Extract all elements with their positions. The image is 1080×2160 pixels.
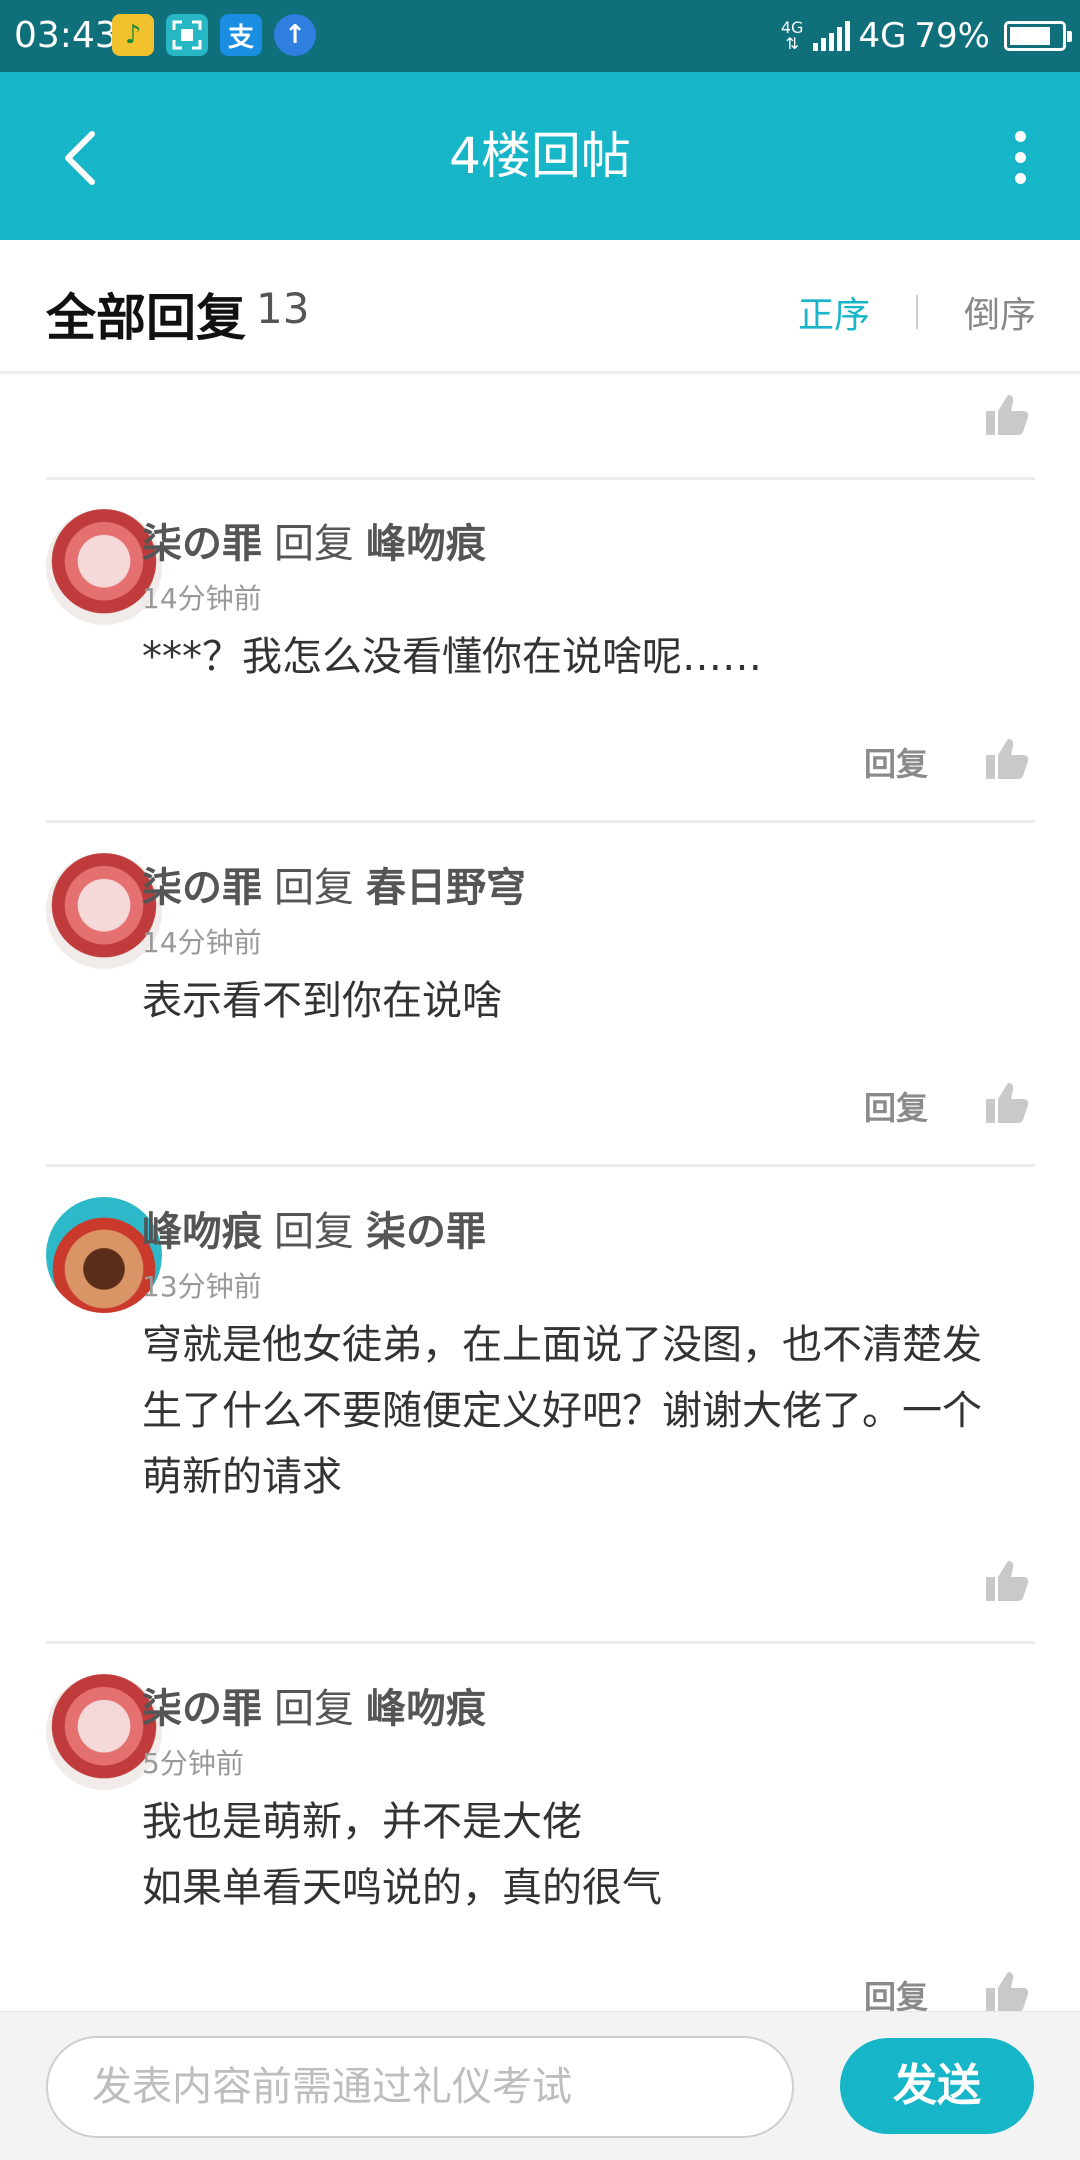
status-time: 03:43 — [14, 15, 118, 56]
reply-word: 回复 — [274, 1686, 354, 1732]
status-bar: 03:43 ♪ 支 ↑ 4G ⇅ 4G 79% — [0, 0, 1080, 72]
battery-percent: 79% — [914, 16, 990, 56]
thumbs-up-icon[interactable] — [982, 1966, 1032, 2011]
page-title: 4楼回帖 — [449, 127, 631, 185]
network-type: 4G — [858, 16, 907, 56]
more-dot-icon — [1014, 172, 1026, 184]
thumbs-up-icon[interactable] — [982, 389, 1032, 439]
timestamp: 14分钟前 — [142, 926, 262, 959]
reply-button[interactable]: 回复 — [864, 1972, 928, 2011]
reply-target[interactable]: 柒の罪 — [366, 1209, 486, 1255]
sort-ascending-tab[interactable]: 正序 — [798, 286, 870, 338]
thumbs-up-icon[interactable] — [982, 733, 1032, 783]
divider — [46, 820, 1035, 823]
scanner-icon — [166, 14, 208, 56]
battery-level — [1010, 27, 1050, 45]
reply-text: 穹就是他女徒弟，在上面说了没图，也不清楚发生了什么不要随便定义好吧？谢谢大佬了。… — [142, 1322, 982, 1500]
divider — [46, 1641, 1035, 1644]
timestamp: 5分钟前 — [142, 1747, 244, 1780]
reply-word: 回复 — [274, 865, 354, 911]
comment-input[interactable] — [46, 2036, 794, 2138]
thumbs-up-icon[interactable] — [982, 1555, 1032, 1605]
reply-target[interactable]: 峰吻痕 — [366, 1686, 486, 1732]
status-indicators: 4G ⇅ 4G 79% — [780, 14, 1072, 58]
network-type-small: 4G ⇅ — [780, 18, 804, 53]
username[interactable]: 峰吻痕 — [142, 1209, 262, 1255]
send-button[interactable]: 发送 — [840, 2038, 1034, 2134]
username[interactable]: 柒の罪 — [142, 865, 262, 911]
title-bar: 4楼回帖 — [0, 72, 1080, 240]
reply-button[interactable]: 回复 — [864, 739, 928, 785]
battery-icon — [1004, 21, 1072, 51]
sort-descending-tab[interactable]: 倒序 — [964, 286, 1036, 338]
reply-button[interactable]: 回复 — [864, 1083, 928, 1129]
reply-target[interactable]: 春日野穹 — [366, 865, 526, 911]
signal-icon — [813, 21, 851, 51]
more-dot-icon — [1014, 130, 1026, 142]
replies-list: 柒の罪 回复 峰吻痕 14分钟前 ***？我怎么没看懂你在说啥呢…… 回复 柒の罪回… — [0, 377, 1080, 2011]
reply-text: ***？我怎么没看懂你在说啥呢…… — [142, 634, 762, 680]
composer-bar: 发送 — [0, 2011, 1080, 2160]
qq-music-icon: ♪ — [112, 14, 154, 56]
sort-divider — [915, 295, 918, 329]
timestamp: 13分钟前 — [142, 1270, 262, 1303]
reply-header: 峰吻痕 回复 柒の罪 — [142, 1199, 486, 1257]
all-replies-label: 全部回复 — [46, 289, 246, 347]
sort-toggle: 正序 倒序 — [798, 286, 1036, 338]
reply-word: 回复 — [274, 1209, 354, 1255]
reply-text-line: 如果单看天鸣说的，真的很气 — [142, 1865, 662, 1911]
reply-header: 柒の罪 回复 峰吻痕 — [142, 1676, 486, 1734]
reply-text: 表示看不到你在说啥 — [142, 978, 502, 1024]
reply-text-line: 我也是萌新，并不是大佬 — [142, 1799, 582, 1845]
reply-header: 柒の罪 回复 春日野穹 — [142, 855, 526, 913]
reply-text: 我也是萌新，并不是大佬 如果单看天鸣说的，真的很气 — [142, 1789, 992, 1921]
upload-icon: ↑ — [274, 14, 316, 56]
reply-word: 回复 — [274, 521, 354, 567]
divider — [46, 1164, 1035, 1167]
more-dot-icon — [1014, 151, 1026, 163]
thumbs-up-icon[interactable] — [982, 1077, 1032, 1127]
reply-count: 13 — [256, 284, 310, 333]
alipay-icon: 支 — [220, 14, 262, 56]
divider — [46, 477, 1035, 480]
reply-header: 柒の罪 回复 峰吻痕 — [142, 511, 486, 569]
timestamp: 14分钟前 — [142, 582, 262, 615]
reply-target[interactable]: 峰吻痕 — [366, 521, 486, 567]
username[interactable]: 柒の罪 — [142, 521, 262, 567]
username[interactable]: 柒の罪 — [142, 1686, 262, 1732]
replies-header: 全部回复 13 正序 倒序 — [0, 240, 1080, 374]
more-options-button[interactable] — [990, 122, 1050, 192]
